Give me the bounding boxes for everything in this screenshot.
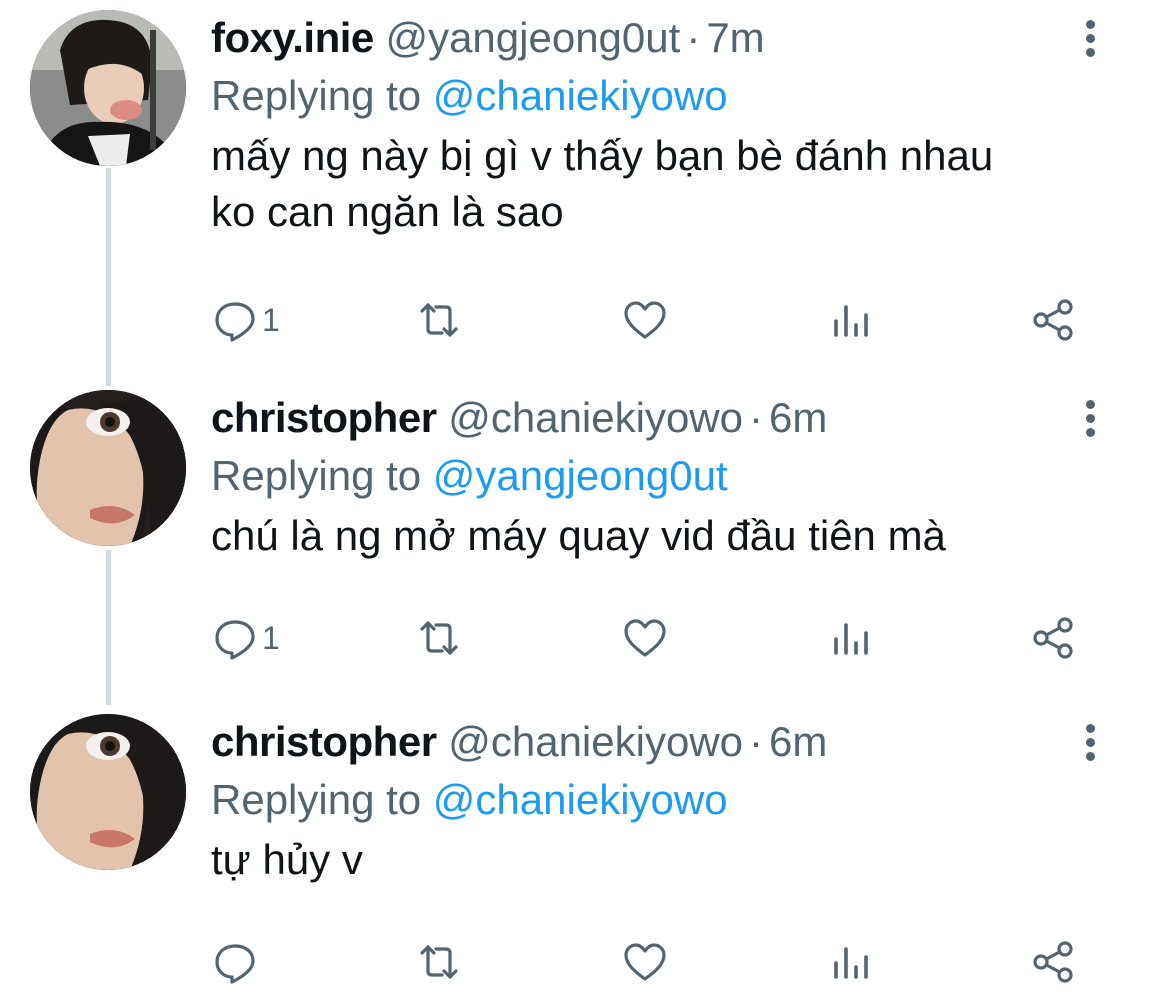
tweet-header: christopher @chaniekiyowo · 6m: [211, 714, 827, 770]
action-bar: 1: [0, 290, 1152, 350]
like-button[interactable]: [622, 932, 668, 992]
tweet-header: christopher @chaniekiyowo · 6m: [211, 390, 827, 446]
retweet-icon: [420, 303, 458, 337]
display-name[interactable]: foxy.inie: [211, 14, 374, 61]
replying-to-mention[interactable]: @chaniekiyowo: [433, 776, 728, 823]
user-handle[interactable]: @chaniekiyowo: [448, 394, 743, 441]
share-icon: [1033, 941, 1073, 983]
reply-button[interactable]: [212, 932, 262, 992]
like-button[interactable]: [622, 290, 668, 350]
tweet-header: foxy.inie @yangjeong0ut · 7m: [211, 10, 765, 66]
like-icon: [624, 943, 666, 981]
retweet-button[interactable]: [416, 290, 462, 350]
like-button[interactable]: [622, 608, 668, 668]
reply-button[interactable]: 1: [212, 290, 280, 350]
more-icon[interactable]: [1070, 720, 1110, 770]
share-button[interactable]: [1030, 608, 1076, 668]
action-bar: [0, 932, 1152, 992]
replying-to: Replying to @chaniekiyowo: [211, 66, 728, 126]
like-icon: [624, 301, 666, 339]
retweet-button[interactable]: [416, 608, 462, 668]
reply-button[interactable]: 1: [212, 608, 280, 668]
separator-dot: ·: [686, 14, 701, 61]
analytics-button[interactable]: [828, 290, 874, 350]
replying-to-mention[interactable]: @chaniekiyowo: [433, 72, 728, 119]
share-icon: [1033, 617, 1073, 659]
analytics-icon: [834, 623, 868, 655]
share-icon: [1033, 299, 1073, 341]
reply-icon: [215, 944, 255, 984]
replying-to-label: Replying to: [211, 72, 422, 119]
tweet[interactable]: foxy.inie @yangjeong0ut · 7m Replying to @…: [0, 10, 1152, 350]
analytics-button[interactable]: [828, 608, 874, 668]
replying-to-label: Replying to: [211, 452, 422, 499]
retweet-icon: [420, 945, 458, 979]
replying-to: Replying to @yangjeong0ut: [211, 446, 728, 506]
reply-count: 1: [262, 301, 280, 338]
tweet-text-line: ko can ngăn là sao: [211, 188, 564, 235]
reply-icon: [215, 620, 255, 660]
replying-to-mention[interactable]: @yangjeong0ut: [433, 452, 728, 499]
separator-dot: ·: [749, 718, 763, 765]
action-bar: 1: [0, 608, 1152, 668]
timestamp[interactable]: 7m: [706, 14, 764, 61]
tweet[interactable]: christopher @chaniekiyowo · 6m Replying to…: [0, 714, 1152, 1004]
user-handle[interactable]: @chaniekiyowo: [448, 718, 743, 765]
share-button[interactable]: [1030, 290, 1076, 350]
timestamp[interactable]: 6m: [769, 394, 827, 441]
display-name[interactable]: christopher: [211, 718, 437, 765]
user-handle[interactable]: @yangjeong0ut: [385, 14, 680, 61]
avatar[interactable]: [30, 714, 186, 870]
analytics-icon: [834, 947, 868, 979]
tweet-text-line: tự hủy v: [211, 836, 363, 883]
share-button[interactable]: [1030, 932, 1076, 992]
timestamp[interactable]: 6m: [769, 718, 827, 765]
like-icon: [624, 619, 666, 657]
display-name[interactable]: christopher: [211, 394, 437, 441]
tweet[interactable]: christopher @chaniekiyowo · 6m Replying to…: [0, 390, 1152, 680]
retweet-button[interactable]: [416, 932, 462, 992]
tweet-text: tự hủy v: [211, 832, 1111, 888]
more-icon[interactable]: [1070, 396, 1110, 446]
tweet-text-line: mấy ng này bị gì v thấy bạn bè đánh nhau: [211, 132, 994, 179]
separator-dot: ·: [749, 394, 763, 441]
avatar[interactable]: [30, 390, 186, 546]
reply-count: 1: [262, 619, 280, 656]
avatar[interactable]: [30, 10, 186, 166]
tweet-text: mấy ng này bị gì v thấy bạn bè đánh nhau…: [211, 128, 1111, 240]
more-icon[interactable]: [1070, 16, 1110, 66]
tweet-text-line: chú là ng mở máy quay vid đầu tiên mà: [211, 512, 946, 559]
analytics-icon: [834, 305, 868, 337]
tweet-text: chú là ng mở máy quay vid đầu tiên mà: [211, 508, 1111, 564]
retweet-icon: [420, 621, 458, 655]
replying-to-label: Replying to: [211, 776, 422, 823]
reply-icon: [215, 302, 255, 342]
replying-to: Replying to @chaniekiyowo: [211, 770, 728, 830]
analytics-button[interactable]: [828, 932, 874, 992]
